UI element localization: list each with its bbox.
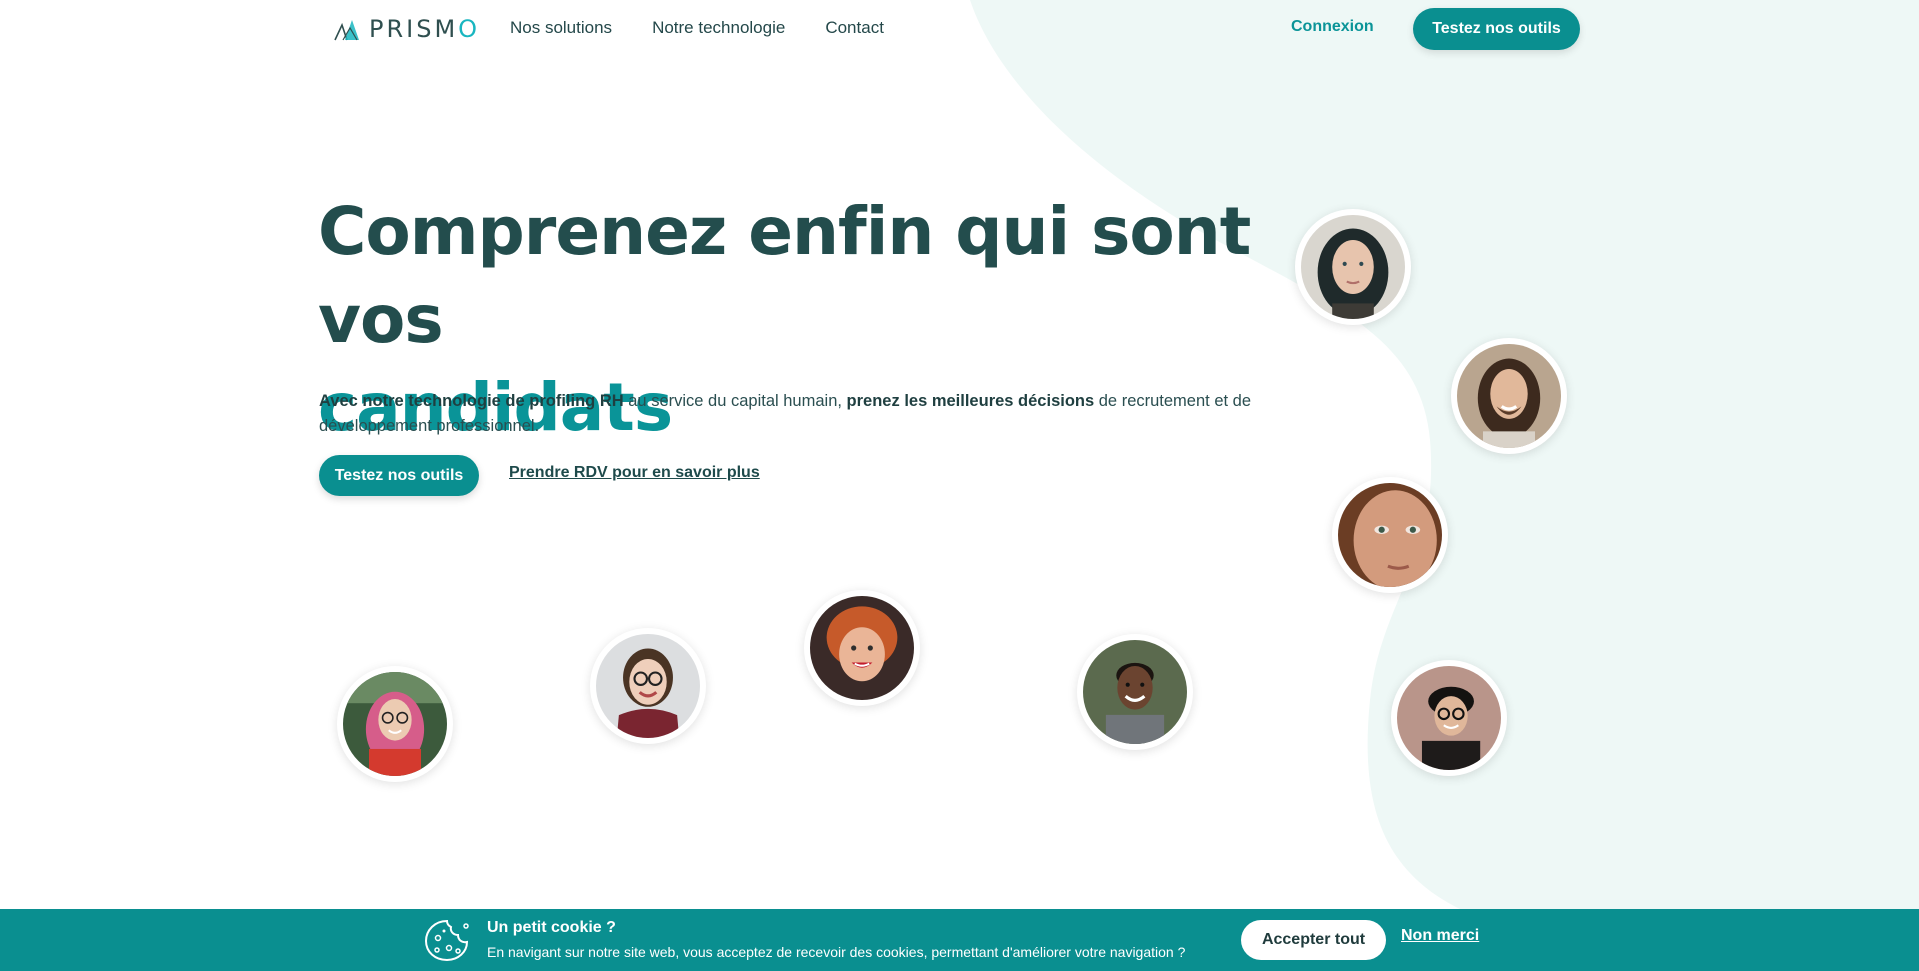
nav-item-technologie[interactable]: Notre technologie [652,18,785,38]
nav-item-solutions[interactable]: Nos solutions [510,18,612,38]
login-link[interactable]: Connexion [1291,18,1374,36]
avatar-woman-red-hair [804,590,920,706]
hero-desc-bold1: Avec notre technologie de profiling RH [319,392,624,410]
avatar-man-glasses [1391,660,1507,776]
cookie-title: Un petit cookie ? [487,919,616,936]
avatar-man-smiling [1077,634,1193,750]
hero-title-line1: Comprenez enfin qui sont vos [318,193,1251,358]
cookie-banner: Un petit cookie ? En navigant sur notre … [0,909,1919,971]
nav-item-contact[interactable]: Contact [825,18,884,38]
site-header: PRISMO Nos solutions Notre technologie C… [0,0,1919,58]
cookie-text: En navigant sur notre site web, vous acc… [487,944,1186,960]
logo-text: PRISMO [369,15,481,43]
avatar-man-long-hair [1451,338,1567,454]
main-nav: Nos solutions Notre technologie Contact [510,18,884,38]
prism-logo-icon [334,20,359,41]
hero-description: Avec notre technologie de profiling RH a… [319,389,1269,439]
avatar-woman-dark-hair [1295,209,1411,325]
cookie-icon [424,919,469,962]
background-shape [970,0,1919,909]
avatar-woman-freckles [1332,477,1448,593]
logo[interactable]: PRISMO [333,14,480,44]
accept-cookies-button[interactable]: Accepter tout [1241,920,1386,960]
hero-desc-bold2: prenez les meilleures décisions [846,392,1095,410]
avatar-woman-glasses-scarf [590,628,706,744]
refuse-cookies-link[interactable]: Non merci [1401,927,1479,945]
header-cta-button[interactable]: Testez nos outils [1413,8,1580,50]
avatar-woman-pink-hair [337,666,453,782]
hero-cta-button[interactable]: Testez nos outils [319,455,479,496]
hero-desc-text1: au service du capital humain, [623,392,847,410]
rdv-link[interactable]: Prendre RDV pour en savoir plus [509,464,760,482]
